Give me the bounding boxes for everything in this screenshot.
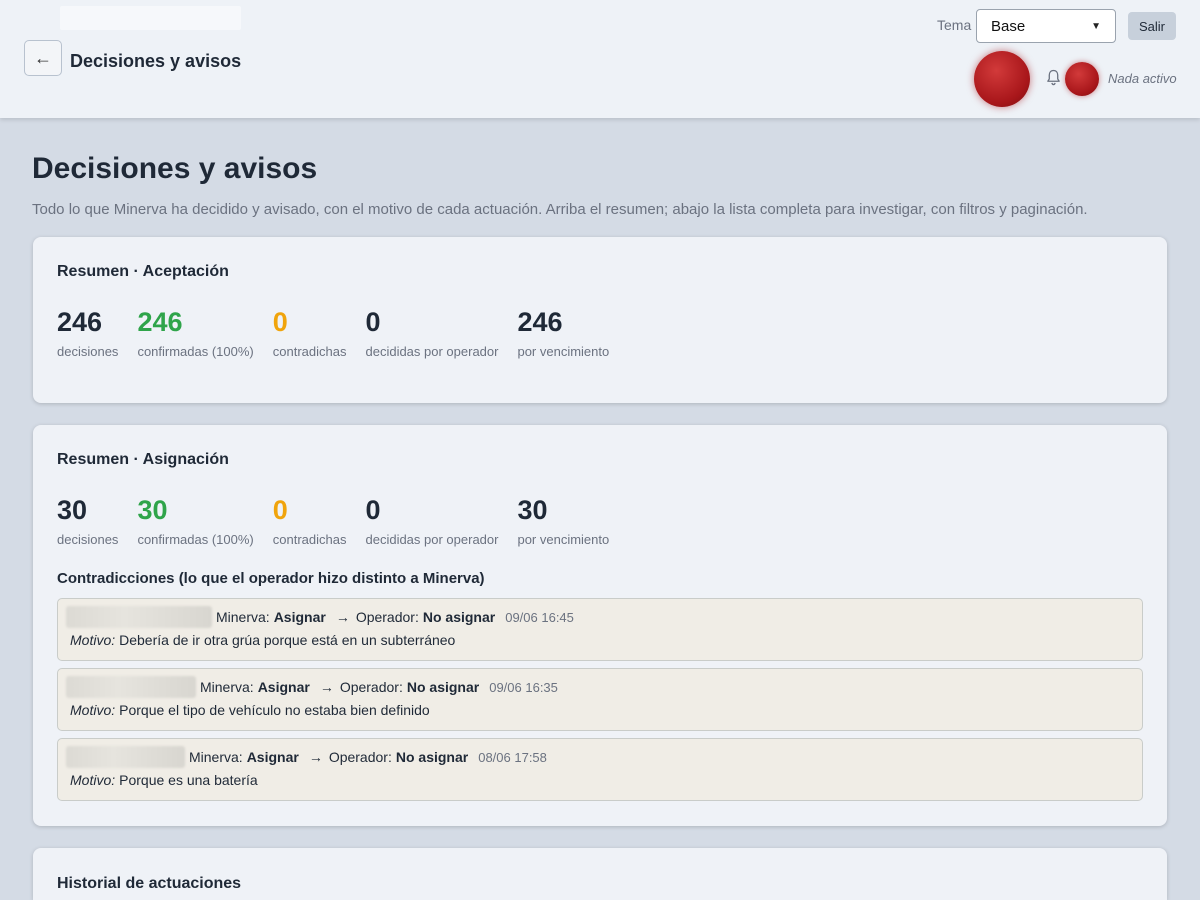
arrow-right-icon: → bbox=[319, 679, 334, 695]
operador-prefix: Operador: bbox=[355, 609, 419, 625]
stat-value: 0 bbox=[272, 307, 288, 337]
card-title: Historial de actuaciones bbox=[57, 875, 242, 892]
historial-card: Historial de actuaciones bbox=[33, 848, 1167, 900]
minerva-action: Asignar bbox=[257, 679, 310, 695]
operador-action: No asignar bbox=[406, 679, 480, 695]
stat-decisiones: 246 decisiones bbox=[57, 306, 118, 359]
stat-value: 246 bbox=[517, 307, 563, 337]
stats-row: 30 decisiones 30 confirmadas (100%) 0 co… bbox=[57, 494, 628, 547]
card-title: Resumen · Asignación bbox=[57, 451, 229, 468]
stat-decididas-operador: 0 decididas por operador bbox=[365, 306, 498, 359]
stat-por-vencimiento: 246 por vencimiento bbox=[517, 306, 609, 359]
contradiccion-motivo: Motivo: Porque es una batería bbox=[70, 772, 258, 788]
contradiccion-item[interactable]: Minerva: Asignar → Operador: No asignar … bbox=[57, 738, 1143, 801]
summary-card-aceptacion: Resumen · Aceptación 246 decisiones 246 … bbox=[33, 237, 1167, 403]
tema-select-value: Base bbox=[991, 17, 1026, 35]
back-button[interactable]: ← bbox=[24, 40, 62, 76]
minerva-prefix: Minerva: bbox=[200, 679, 254, 695]
stat-contradichas: 0 contradichas bbox=[273, 306, 347, 359]
operador-action: No asignar bbox=[422, 609, 496, 625]
operador-action: No asignar bbox=[395, 749, 469, 765]
motivo-text: Porque el tipo de vehículo no estaba bie… bbox=[119, 702, 430, 718]
stat-value: 30 bbox=[517, 495, 548, 525]
stat-confirmadas: 246 confirmadas (100%) bbox=[137, 306, 253, 359]
tema-select[interactable]: Base ▼ bbox=[976, 9, 1116, 43]
stat-label: contradichas bbox=[272, 344, 347, 359]
logo bbox=[60, 6, 241, 30]
minerva-prefix: Minerva: bbox=[189, 749, 243, 765]
summary-card-asignacion: Resumen · Asignación 30 decisiones 30 co… bbox=[33, 425, 1167, 826]
timestamp: 09/06 16:45 bbox=[505, 609, 574, 625]
contradiccion-motivo: Motivo: Debería de ir otra grúa porque es… bbox=[70, 632, 455, 648]
contradicciones-title: Contradicciones (lo que el operador hizo… bbox=[57, 570, 485, 587]
page-subtitle: Todo lo que Minerva ha decidido y avisad… bbox=[32, 201, 1088, 218]
stat-value: 0 bbox=[272, 495, 288, 525]
contradiccion-summary: Minerva: Asignar → Operador: No asignar … bbox=[66, 606, 574, 628]
status-text: Nada activo bbox=[1108, 71, 1177, 86]
timestamp: 08/06 17:58 bbox=[478, 749, 547, 765]
stat-label: decididas por operador bbox=[365, 532, 499, 547]
operador-prefix: Operador: bbox=[339, 679, 403, 695]
tema-label: Tema bbox=[937, 17, 972, 33]
contradiccion-summary: Minerva: Asignar → Operador: No asignar … bbox=[66, 746, 547, 768]
alert-orb-small[interactable] bbox=[1065, 62, 1099, 96]
stat-contradichas: 0 contradichas bbox=[273, 494, 347, 547]
stat-label: decisiones bbox=[57, 344, 119, 359]
bell-icon[interactable] bbox=[1046, 69, 1061, 86]
stat-label: confirmadas (100%) bbox=[137, 532, 254, 547]
stat-confirmadas: 30 confirmadas (100%) bbox=[137, 494, 253, 547]
stat-label: por vencimiento bbox=[517, 532, 610, 547]
stat-value: 246 bbox=[57, 307, 103, 337]
operador-prefix: Operador: bbox=[328, 749, 392, 765]
stat-por-vencimiento: 30 por vencimiento bbox=[517, 494, 609, 547]
chevron-down-icon: ▼ bbox=[1091, 20, 1101, 32]
contradiccion-summary: Minerva: Asignar → Operador: No asignar … bbox=[66, 676, 558, 698]
blurred-service-id bbox=[66, 606, 212, 628]
stat-label: contradichas bbox=[272, 532, 347, 547]
arrow-right-icon: → bbox=[308, 749, 323, 765]
stat-value: 30 bbox=[57, 495, 88, 525]
stat-label: decisiones bbox=[57, 532, 119, 547]
minerva-action: Asignar bbox=[246, 749, 299, 765]
motivo-label: Motivo: bbox=[70, 632, 116, 648]
minerva-action: Asignar bbox=[273, 609, 326, 625]
stat-value: 30 bbox=[137, 495, 168, 525]
motivo-label: Motivo: bbox=[70, 772, 116, 788]
blurred-service-id bbox=[66, 746, 185, 768]
contradiccion-item[interactable]: Minerva: Asignar → Operador: No asignar … bbox=[57, 598, 1143, 661]
alert-orb-large[interactable] bbox=[974, 51, 1030, 107]
stat-label: decididas por operador bbox=[365, 344, 499, 359]
page-title: Decisiones y avisos bbox=[32, 152, 318, 185]
motivo-label: Motivo: bbox=[70, 702, 116, 718]
minerva-prefix: Minerva: bbox=[216, 609, 270, 625]
card-title: Resumen · Aceptación bbox=[57, 263, 229, 280]
stat-label: confirmadas (100%) bbox=[137, 344, 254, 359]
logout-button[interactable]: Salir bbox=[1128, 12, 1176, 40]
stat-value: 0 bbox=[365, 307, 381, 337]
stat-label: por vencimiento bbox=[517, 344, 610, 359]
stat-decididas-operador: 0 decididas por operador bbox=[365, 494, 498, 547]
top-bar: ← Decisiones y avisos Tema Base ▼ Salir … bbox=[0, 0, 1200, 118]
stats-row: 246 decisiones 246 confirmadas (100%) 0 … bbox=[57, 306, 628, 359]
stat-value: 246 bbox=[137, 307, 183, 337]
contradiccion-motivo: Motivo: Porque el tipo de vehículo no est… bbox=[70, 702, 430, 718]
motivo-text: Porque es una batería bbox=[119, 772, 258, 788]
stat-value: 0 bbox=[365, 495, 381, 525]
motivo-text: Debería de ir otra grúa porque está en u… bbox=[119, 632, 456, 648]
contradiccion-item[interactable]: Minerva: Asignar → Operador: No asignar … bbox=[57, 668, 1143, 731]
arrow-right-icon: → bbox=[335, 609, 350, 625]
stat-decisiones: 30 decisiones bbox=[57, 494, 118, 547]
blurred-service-id bbox=[66, 676, 196, 698]
back-arrow-icon: ← bbox=[34, 47, 52, 68]
timestamp: 09/06 16:35 bbox=[489, 679, 558, 695]
header-title: Decisiones y avisos bbox=[70, 51, 242, 71]
